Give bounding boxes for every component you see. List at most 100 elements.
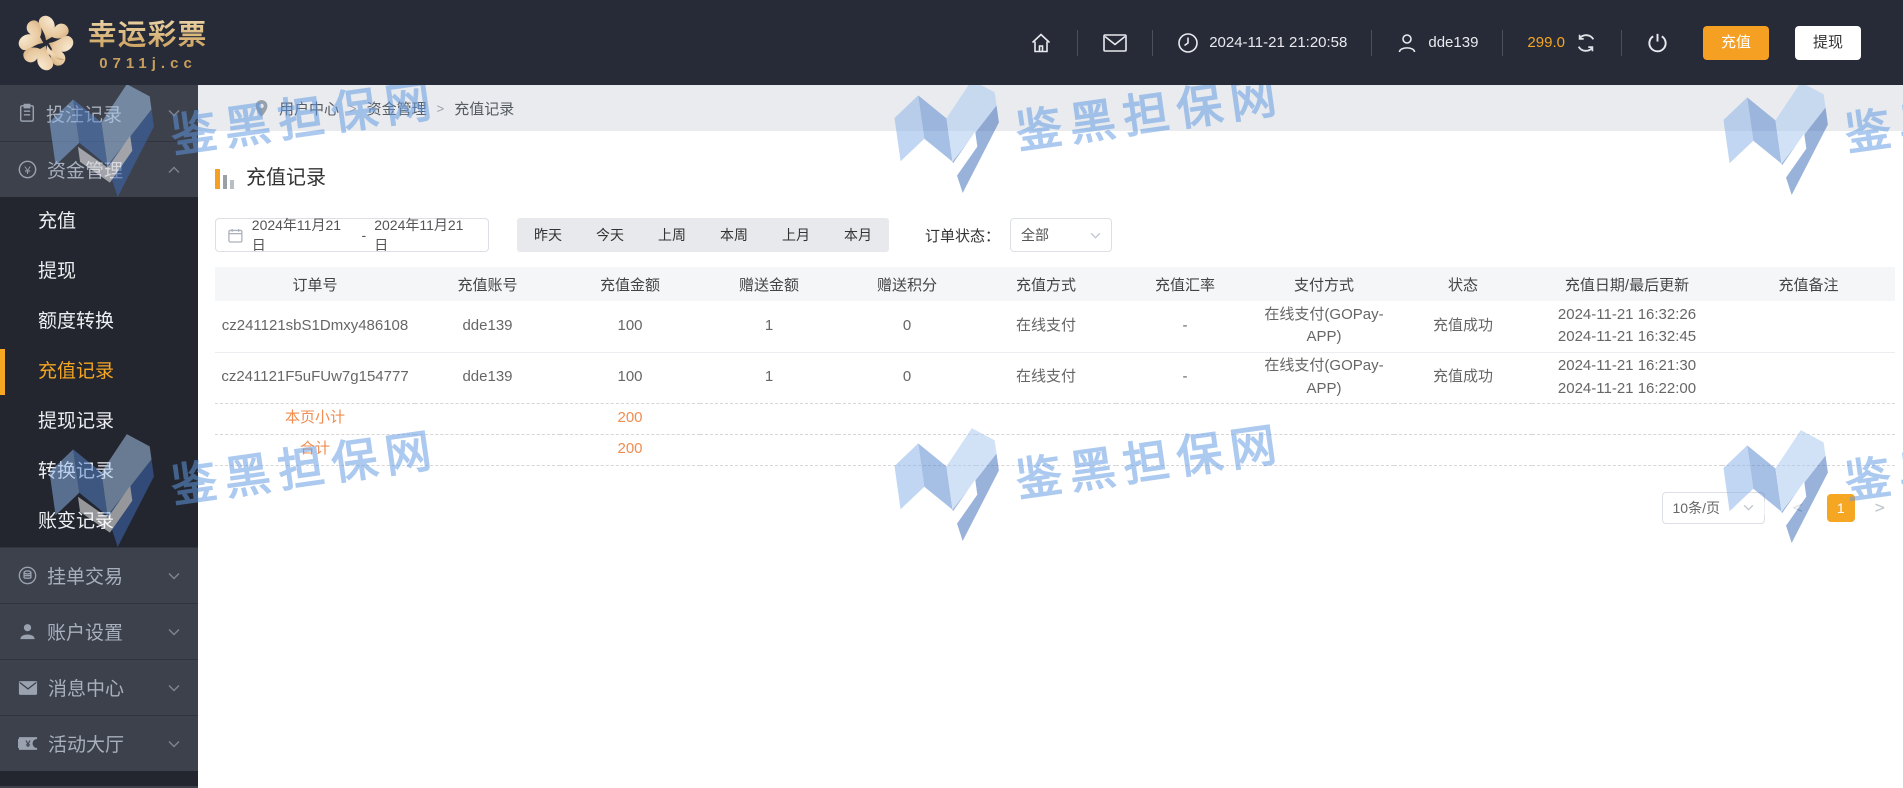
header-separator bbox=[1371, 29, 1373, 56]
date-updated: 2024-11-21 16:22:00 bbox=[1557, 379, 1697, 397]
home-icon[interactable] bbox=[1029, 31, 1053, 55]
table-header-row: 订单号 充值账号 充值金额 赠送金额 赠送积分 充值方式 充值汇率 支付方式 状… bbox=[215, 267, 1895, 301]
funds-submenu: 充值 提现 额度转换 充值记录 提现记录 转换记录 账变记录 bbox=[0, 197, 198, 547]
brand-logo[interactable]: 幸运彩票 0711j.cc bbox=[0, 13, 250, 73]
cell-rate: - bbox=[1116, 352, 1254, 404]
clover-icon bbox=[18, 15, 74, 70]
quick-range-last-month[interactable]: 上月 bbox=[765, 218, 827, 252]
chevron-down-icon bbox=[168, 740, 180, 748]
sidebar-item-withdraw[interactable]: 提现 bbox=[0, 247, 198, 297]
clock-icon bbox=[1177, 32, 1199, 54]
next-page-button[interactable]: > bbox=[1875, 498, 1885, 518]
cell-remark bbox=[1722, 352, 1895, 404]
date-created: 2024-11-21 16:21:30 bbox=[1557, 357, 1697, 374]
sidebar-item-message-center[interactable]: 消息中心 bbox=[0, 659, 198, 715]
cell-method: 在线支付 bbox=[976, 352, 1116, 404]
quick-range-last-week[interactable]: 上周 bbox=[641, 218, 703, 252]
header-separator bbox=[1620, 29, 1622, 56]
breadcrumb: 用户中心 > 资金管理 > 充值记录 bbox=[198, 85, 1903, 131]
cell-bonus: 1 bbox=[700, 352, 838, 404]
sidebar-item-label: 消息中心 bbox=[48, 679, 125, 700]
recharge-records-table: 订单号 充值账号 充值金额 赠送金额 赠送积分 充值方式 充值汇率 支付方式 状… bbox=[215, 267, 1895, 466]
total-row: 合计 200 bbox=[215, 434, 1895, 466]
cell-rate: - bbox=[1116, 301, 1254, 353]
main-content: 用户中心 > 资金管理 > 充值记录 充值记录 2024年11月21日 - 20… bbox=[198, 85, 1903, 788]
location-pin-icon bbox=[255, 99, 268, 117]
order-status-select[interactable]: 全部 bbox=[1010, 218, 1113, 252]
sidebar-item-bet-records[interactable]: 投注记录 bbox=[0, 85, 198, 141]
sidebar-item-recharge-records[interactable]: 充值记录 bbox=[0, 347, 198, 397]
quick-range-yesterday[interactable]: 昨天 bbox=[517, 218, 579, 252]
pending-orders-icon bbox=[18, 566, 37, 585]
header-separator bbox=[1502, 29, 1504, 56]
sidebar-item-activity-hall[interactable]: ¥ 活动大厅 bbox=[0, 715, 198, 771]
col-status: 状态 bbox=[1394, 267, 1532, 301]
col-points: 赠送积分 bbox=[838, 267, 976, 301]
cell-method: 在线支付 bbox=[976, 301, 1116, 353]
subtotal-label: 本页小计 bbox=[215, 403, 415, 435]
breadcrumb-item-recharge-records[interactable]: 充值记录 bbox=[454, 98, 514, 119]
col-rate: 充值汇率 bbox=[1116, 267, 1254, 301]
page-title: 充值记录 bbox=[246, 167, 326, 189]
recharge-button[interactable]: 充值 bbox=[1702, 25, 1769, 60]
sidebar-item-funds-management[interactable]: ¥ 资金管理 bbox=[0, 141, 198, 197]
power-icon[interactable] bbox=[1646, 31, 1669, 54]
chevron-down-icon bbox=[168, 684, 180, 692]
cell-order-no: cz241121F5uFUw7g154777 bbox=[215, 352, 415, 404]
sidebar-item-label: 资金管理 bbox=[47, 161, 124, 182]
sidebar-item-label: 挂单交易 bbox=[47, 567, 124, 588]
chevron-down-icon bbox=[1090, 232, 1101, 239]
header-separator bbox=[1077, 29, 1079, 56]
sidebar-item-transfer-records[interactable]: 转换记录 bbox=[0, 447, 198, 497]
chevron-down-icon bbox=[168, 572, 180, 580]
cell-status: 充值成功 bbox=[1394, 352, 1532, 404]
sidebar-item-withdraw-records[interactable]: 提现记录 bbox=[0, 397, 198, 447]
sidebar-item-pending-orders[interactable]: 挂单交易 bbox=[0, 547, 198, 603]
col-order-no: 订单号 bbox=[215, 267, 415, 301]
col-pay-channel: 支付方式 bbox=[1254, 267, 1394, 301]
breadcrumb-item-user-center[interactable]: 用户中心 bbox=[279, 98, 339, 119]
table-row: cz241121F5uFUw7g154777 dde139 100 1 0 在线… bbox=[215, 352, 1895, 404]
col-account: 充值账号 bbox=[415, 267, 560, 301]
date-separator: - bbox=[361, 227, 367, 243]
date-range-input[interactable]: 2024年11月21日 - 2024年11月21日 bbox=[215, 217, 489, 253]
cell-account: dde139 bbox=[415, 352, 560, 404]
sidebar-item-account-change-records[interactable]: 账变记录 bbox=[0, 497, 198, 547]
cell-amount: 100 bbox=[560, 301, 700, 353]
sidebar-item-recharge[interactable]: 充值 bbox=[0, 197, 198, 247]
prev-page-button[interactable]: < bbox=[1793, 498, 1803, 518]
chevron-up-icon bbox=[168, 165, 180, 173]
cell-dates: 2024-11-21 16:21:30 2024-11-21 16:22:00 bbox=[1532, 352, 1722, 404]
pagination: 10条/页 < 1 > bbox=[215, 491, 1895, 524]
breadcrumb-separator: > bbox=[349, 100, 357, 116]
sidebar-bottom-strip bbox=[0, 771, 198, 786]
breadcrumb-item-funds[interactable]: 资金管理 bbox=[367, 98, 427, 119]
sidebar-item-label: 投注记录 bbox=[46, 104, 123, 126]
user-icon bbox=[1396, 32, 1418, 54]
sidebar: 投注记录 ¥ 资金管理 充值 提现 额度转换 充值记录 提现记录 转换记录 账变… bbox=[0, 85, 198, 788]
header-username[interactable]: dde139 bbox=[1428, 34, 1478, 51]
mail-icon[interactable] bbox=[1102, 32, 1128, 54]
page-size-value: 10条/页 bbox=[1672, 499, 1720, 516]
cell-points: 0 bbox=[838, 301, 976, 353]
header-separator bbox=[1152, 29, 1154, 56]
sidebar-item-quota-transfer[interactable]: 额度转换 bbox=[0, 297, 198, 347]
account-settings-icon bbox=[20, 624, 35, 640]
col-method: 充值方式 bbox=[976, 267, 1116, 301]
activity-hall-icon: ¥ bbox=[18, 737, 38, 750]
sidebar-item-account-settings[interactable]: 账户设置 bbox=[0, 603, 198, 659]
table-row: cz241121sbS1Dmxy486108 dde139 100 1 0 在线… bbox=[215, 301, 1895, 353]
sidebar-item-label: 账户设置 bbox=[47, 623, 124, 644]
quick-range-this-month[interactable]: 本月 bbox=[827, 218, 889, 252]
current-page-button[interactable]: 1 bbox=[1826, 493, 1855, 522]
top-header: 幸运彩票 0711j.cc 2024-11-21 21:20:58 dde139… bbox=[0, 0, 1903, 85]
quick-range-this-week[interactable]: 本周 bbox=[703, 218, 765, 252]
col-date: 充值日期/最后更新 bbox=[1532, 267, 1722, 301]
quick-range-today[interactable]: 今天 bbox=[579, 218, 641, 252]
bar-chart-icon bbox=[215, 169, 234, 189]
withdraw-button[interactable]: 提现 bbox=[1794, 25, 1861, 60]
page-size-select[interactable]: 10条/页 bbox=[1661, 491, 1765, 524]
brand-name: 幸运彩票 bbox=[88, 13, 208, 53]
refresh-icon[interactable] bbox=[1575, 32, 1597, 54]
col-remark: 充值备注 bbox=[1722, 267, 1895, 301]
